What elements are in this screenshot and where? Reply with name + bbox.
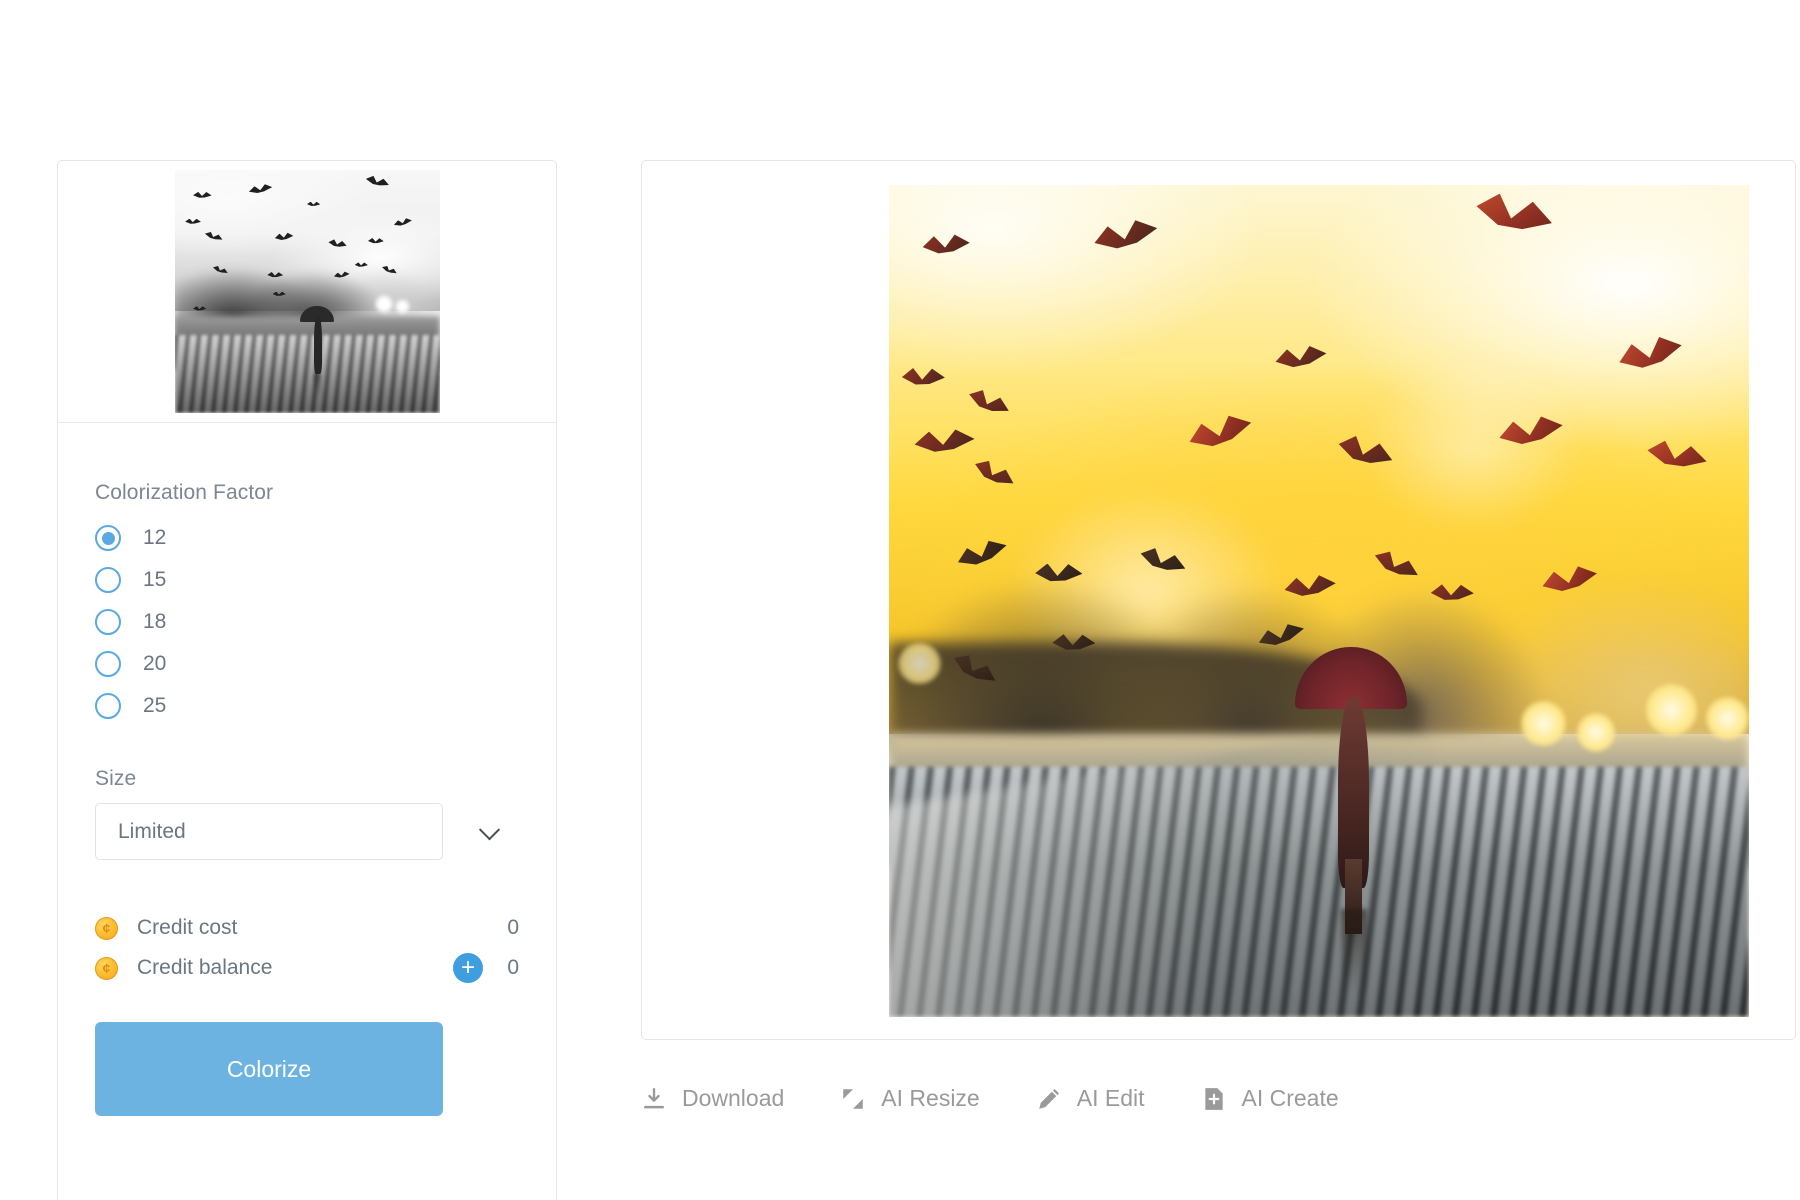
radio-label: 12: [143, 526, 167, 549]
document-plus-icon: [1204, 1087, 1223, 1110]
radio-option-20[interactable]: 20: [95, 643, 519, 685]
size-select-wrapper[interactable]: Limited: [95, 803, 519, 860]
size-select-value: Limited: [118, 819, 186, 843]
radio-indicator[interactable]: [95, 651, 121, 677]
add-credits-button[interactable]: +: [453, 953, 483, 983]
download-button[interactable]: Download: [641, 1085, 784, 1112]
size-label: Size: [95, 767, 137, 790]
credit-balance-label: Credit balance: [137, 956, 273, 979]
ai-resize-button[interactable]: AI Resize: [840, 1085, 980, 1112]
thumbnail-light-1: [375, 296, 392, 313]
ai-edit-label: AI Edit: [1076, 1085, 1145, 1111]
source-thumbnail-area: [58, 161, 556, 423]
credits-section: ¢ Credit cost 0 ¢ Credit balance + 0: [95, 908, 519, 988]
radio-indicator[interactable]: [95, 609, 121, 635]
app-root: Colorization Factor 12 15 18 20 25 Size …: [0, 0, 1800, 1200]
credit-cost-row: ¢ Credit cost 0: [95, 908, 519, 948]
radio-option-25[interactable]: 25: [95, 685, 519, 727]
radio-label: 25: [143, 694, 167, 717]
radio-label: 20: [143, 652, 167, 675]
result-bokeh-light: [1577, 713, 1615, 752]
ai-resize-label: AI Resize: [881, 1085, 980, 1111]
result-bokeh-light: [1521, 700, 1566, 746]
radio-label: 15: [143, 568, 167, 591]
thumbnail-person: [313, 315, 323, 375]
source-thumbnail[interactable]: [174, 170, 440, 413]
resize-icon: [843, 1088, 864, 1109]
size-select[interactable]: Limited: [95, 803, 443, 860]
colorize-button[interactable]: Colorize: [95, 1022, 443, 1116]
result-bokeh-light: [1706, 696, 1749, 740]
ai-create-button[interactable]: AI Create: [1201, 1085, 1339, 1112]
radio-option-12[interactable]: 12: [95, 517, 519, 559]
colorization-factor-radio-group[interactable]: 12 15 18 20 25: [95, 517, 519, 727]
thumbnail-pavement: [174, 335, 440, 413]
thumbnail-reflection: [314, 374, 322, 399]
radio-label: 18: [143, 610, 167, 633]
radio-indicator[interactable]: [95, 693, 121, 719]
colorized-result-image[interactable]: [889, 185, 1749, 1017]
result-bokeh-light: [897, 642, 941, 685]
pencil-icon: [1038, 1088, 1059, 1109]
result-reflection: [1341, 908, 1368, 993]
credit-balance-row: ¢ Credit balance + 0: [95, 948, 519, 988]
radio-option-15[interactable]: 15: [95, 559, 519, 601]
download-label: Download: [682, 1085, 785, 1111]
colorization-factor-label: Colorization Factor: [95, 481, 274, 504]
chevron-down-icon: [478, 818, 501, 840]
coin-icon: ¢: [95, 956, 118, 980]
download-icon: [644, 1087, 664, 1108]
result-bokeh-light: [1645, 684, 1698, 736]
radio-option-18[interactable]: 18: [95, 601, 519, 643]
ai-create-label: AI Create: [1241, 1085, 1339, 1111]
coin-icon: ¢: [95, 916, 118, 940]
size-field: Size Limited: [95, 767, 519, 860]
radio-indicator[interactable]: [95, 525, 121, 551]
credit-cost-value: 0: [507, 916, 519, 939]
credit-balance-value: 0: [507, 956, 519, 979]
radio-indicator[interactable]: [95, 567, 121, 593]
credit-cost-label: Credit cost: [137, 916, 238, 939]
ai-edit-button[interactable]: AI Edit: [1036, 1085, 1145, 1112]
controls-panel: Colorization Factor 12 15 18 20 25 Size …: [57, 160, 557, 1200]
result-panel: [641, 160, 1796, 1040]
action-toolbar: Download AI Resize AI Edit AI Create: [641, 1085, 1395, 1112]
controls-body: Colorization Factor 12 15 18 20 25 Size …: [58, 423, 556, 1116]
